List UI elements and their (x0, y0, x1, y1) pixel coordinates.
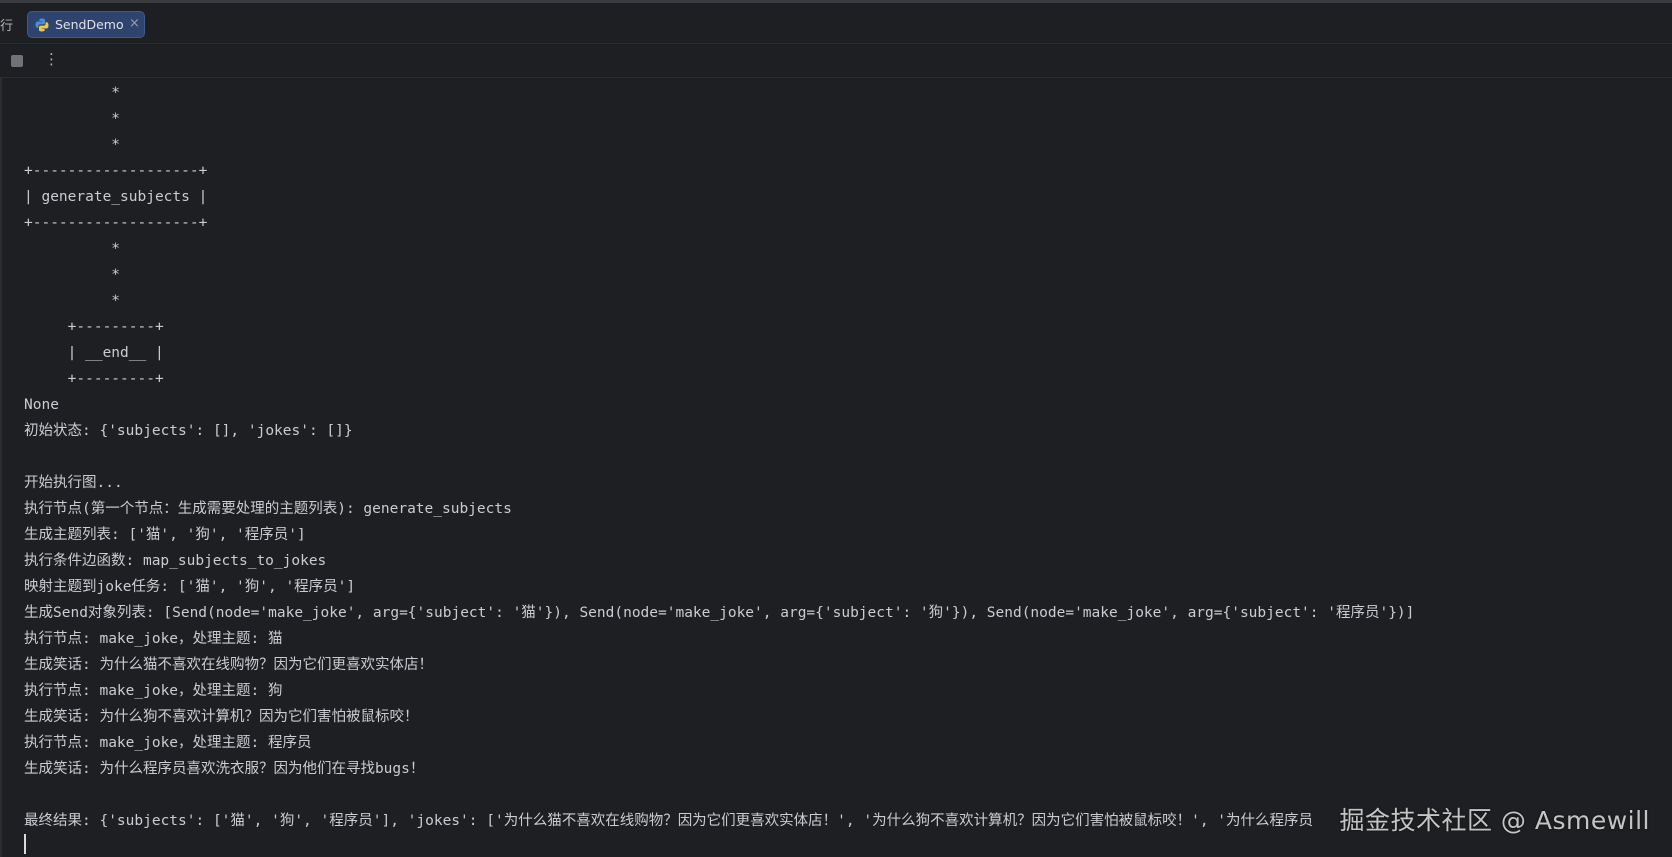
console-line: 生成主题列表: ['猫', '狗', '程序员'] (24, 527, 306, 543)
console-line: 执行节点: make_joke，处理主题: 程序员 (24, 735, 312, 751)
tab-senddemo[interactable]: SendDemo × (27, 11, 145, 38)
tab-label: SendDemo (55, 17, 124, 32)
console-line: 执行条件边函数: map_subjects_to_jokes (24, 553, 327, 569)
console-line: +---------+ (24, 371, 164, 387)
run-tool-window: 行 SendDemo × ⋮ * * * +-------------------… (0, 0, 1672, 857)
console-gutter (0, 78, 2, 857)
stop-icon[interactable] (11, 55, 23, 67)
console-line: * (24, 293, 121, 309)
run-toolbar: ⋮ (0, 44, 1672, 78)
console-line: | __end__ | (24, 345, 164, 361)
console-line: +-------------------+ (24, 163, 208, 179)
console-line: * (24, 85, 121, 101)
console-line: 执行节点(第一个节点：生成需要处理的主题列表): generate_subjec… (24, 501, 512, 517)
console-line: 开始执行图... (24, 475, 123, 491)
close-icon[interactable]: × (129, 16, 140, 31)
console-line: 映射主题到joke任务: ['猫', '狗', '程序员'] (24, 579, 356, 595)
truncated-tab-label[interactable]: 行 (0, 15, 13, 34)
console-line: +---------+ (24, 319, 164, 335)
console-line: 生成笑话: 为什么猫不喜欢在线购物？因为它们更喜欢实体店！ (24, 657, 433, 673)
console-line: 生成Send对象列表: [Send(node='make_joke', arg=… (24, 605, 1415, 621)
console-line: None (24, 397, 59, 413)
console-line: 初始状态: {'subjects': [], 'jokes': []} (24, 423, 353, 439)
console-line: 执行节点: make_joke，处理主题: 狗 (24, 683, 283, 699)
watermark: 掘金技术社区 @ Asmewill (1339, 806, 1650, 835)
console-line: * (24, 267, 121, 283)
console-line: 生成笑话: 为什么程序员喜欢洗衣服？因为他们在寻找bugs！ (24, 761, 425, 777)
console-line: | generate_subjects | (24, 189, 208, 205)
console-line: 执行节点: make_joke，处理主题: 猫 (24, 631, 283, 647)
console-line: * (24, 111, 121, 127)
console-line: * (24, 241, 121, 257)
run-tab-bar: 行 SendDemo × (0, 3, 1672, 44)
console-line: * (24, 137, 121, 153)
more-options-icon[interactable]: ⋮ (44, 50, 59, 68)
console-output[interactable]: * * * +-------------------+ | generate_sub… (24, 80, 1664, 857)
console-line: +-------------------+ (24, 215, 208, 231)
python-icon (35, 18, 49, 32)
text-caret (24, 834, 26, 854)
console-line: 生成笑话: 为什么狗不喜欢计算机？因为它们害怕被鼠标咬！ (24, 709, 419, 725)
